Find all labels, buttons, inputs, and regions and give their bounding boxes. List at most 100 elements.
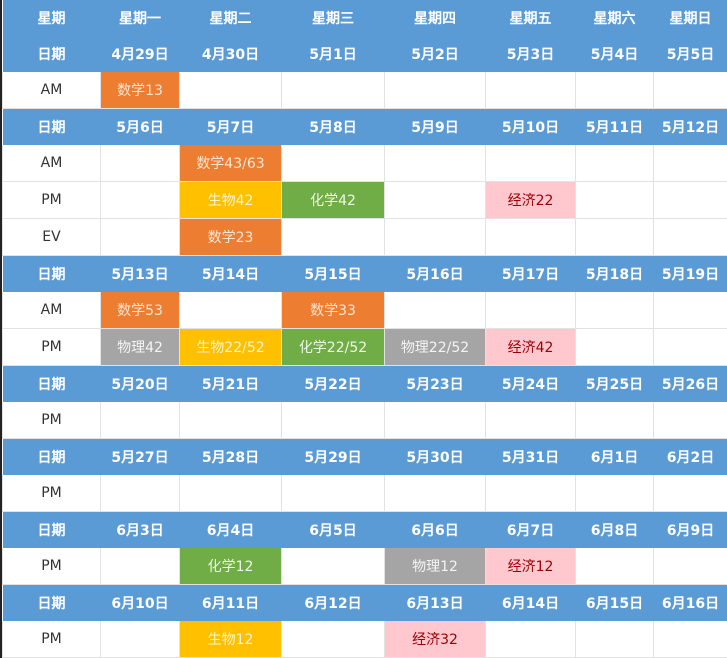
date-cell: 6月16日 [654, 585, 727, 622]
exam-biology-cell[interactable]: 生物22/52 [180, 329, 282, 366]
empty-cell[interactable] [385, 475, 486, 512]
date-cell: 5月3日 [486, 36, 576, 72]
empty-cell[interactable] [654, 475, 727, 512]
date-cell: 5月6日 [101, 109, 180, 146]
empty-cell[interactable] [486, 219, 576, 256]
date-cell: 5月19日 [654, 256, 727, 293]
empty-cell[interactable] [576, 292, 654, 329]
exam-biology-cell[interactable]: 生物42 [180, 182, 282, 219]
empty-cell[interactable] [576, 219, 654, 256]
empty-cell[interactable] [180, 475, 282, 512]
exam-math-cell[interactable]: 数学43/63 [180, 145, 282, 182]
empty-cell[interactable] [101, 548, 180, 585]
schedule-body: 星期 星期一 星期二 星期三 星期四 星期五 星期六 星期日 日期4月29日4月… [3, 0, 727, 658]
empty-cell[interactable] [385, 145, 486, 182]
empty-cell[interactable] [282, 548, 385, 585]
weekday-header-row: 星期 星期一 星期二 星期三 星期四 星期五 星期六 星期日 [3, 0, 727, 36]
date-cell: 6月4日 [180, 512, 282, 549]
empty-cell[interactable] [282, 145, 385, 182]
empty-cell[interactable] [486, 145, 576, 182]
exam-math-cell[interactable]: 数学53 [101, 292, 180, 329]
empty-cell[interactable] [654, 145, 727, 182]
empty-cell[interactable] [385, 72, 486, 109]
time-slot-label: PM [3, 329, 101, 366]
time-slot-row: PM [3, 475, 727, 512]
empty-cell[interactable] [180, 292, 282, 329]
empty-cell[interactable] [385, 182, 486, 219]
empty-cell[interactable] [101, 145, 180, 182]
empty-cell[interactable] [576, 72, 654, 109]
exam-math-cell[interactable]: 数学33 [282, 292, 385, 329]
exam-chemistry-cell[interactable]: 化学22/52 [282, 329, 385, 366]
exam-physics-cell[interactable]: 物理12 [385, 548, 486, 585]
empty-cell[interactable] [282, 475, 385, 512]
empty-cell[interactable] [576, 548, 654, 585]
exam-economics-cell[interactable]: 经济22 [486, 182, 576, 219]
empty-cell[interactable] [576, 621, 654, 658]
empty-cell[interactable] [282, 72, 385, 109]
date-header-label: 日期 [3, 109, 101, 146]
empty-cell[interactable] [654, 548, 727, 585]
empty-cell[interactable] [180, 72, 282, 109]
empty-cell[interactable] [486, 292, 576, 329]
date-header-label: 日期 [3, 439, 101, 476]
empty-cell[interactable] [282, 402, 385, 439]
date-cell: 5月2日 [385, 36, 486, 72]
weekday-monday: 星期一 [101, 0, 180, 36]
date-cell: 5月24日 [486, 366, 576, 403]
empty-cell[interactable] [486, 475, 576, 512]
empty-cell[interactable] [385, 292, 486, 329]
date-cell: 5月30日 [385, 439, 486, 476]
exam-economics-cell[interactable]: 经济32 [385, 621, 486, 658]
empty-cell[interactable] [101, 475, 180, 512]
date-cell: 6月3日 [101, 512, 180, 549]
empty-cell[interactable] [654, 219, 727, 256]
exam-economics-cell[interactable]: 经济12 [486, 548, 576, 585]
empty-cell[interactable] [180, 402, 282, 439]
time-slot-row: PM物理42生物22/52化学22/52物理22/52经济42 [3, 329, 727, 366]
date-cell: 5月28日 [180, 439, 282, 476]
empty-cell[interactable] [101, 621, 180, 658]
exam-math-cell[interactable]: 数学23 [180, 219, 282, 256]
weekday-saturday: 星期六 [576, 0, 654, 36]
exam-chemistry-cell[interactable]: 化学42 [282, 182, 385, 219]
time-slot-row: AM数学53 数学33 [3, 292, 727, 329]
empty-cell[interactable] [385, 219, 486, 256]
empty-cell[interactable] [654, 72, 727, 109]
date-cell: 5月11日 [576, 109, 654, 146]
exam-economics-cell[interactable]: 经济42 [486, 329, 576, 366]
date-header-label: 日期 [3, 512, 101, 549]
exam-biology-cell[interactable]: 生物12 [180, 621, 282, 658]
empty-cell[interactable] [486, 72, 576, 109]
exam-chemistry-cell[interactable]: 化学12 [180, 548, 282, 585]
empty-cell[interactable] [576, 329, 654, 366]
date-header-label: 日期 [3, 36, 101, 72]
time-slot-label: AM [3, 292, 101, 329]
time-slot-label: PM [3, 475, 101, 512]
empty-cell[interactable] [654, 292, 727, 329]
exam-math-cell[interactable]: 数学13 [101, 72, 180, 109]
empty-cell[interactable] [101, 219, 180, 256]
weekday-wednesday: 星期三 [282, 0, 385, 36]
date-header-row: 日期5月27日5月28日5月29日5月30日5月31日6月1日6月2日 [3, 439, 727, 476]
empty-cell[interactable] [654, 182, 727, 219]
empty-cell[interactable] [282, 219, 385, 256]
date-cell: 5月23日 [385, 366, 486, 403]
empty-cell[interactable] [654, 329, 727, 366]
empty-cell[interactable] [101, 182, 180, 219]
empty-cell[interactable] [282, 621, 385, 658]
empty-cell[interactable] [654, 402, 727, 439]
empty-cell[interactable] [385, 402, 486, 439]
empty-cell[interactable] [576, 182, 654, 219]
empty-cell[interactable] [486, 402, 576, 439]
empty-cell[interactable] [576, 145, 654, 182]
time-slot-row: AM数学13 [3, 72, 727, 109]
time-slot-label: PM [3, 548, 101, 585]
empty-cell[interactable] [486, 621, 576, 658]
empty-cell[interactable] [654, 621, 727, 658]
exam-physics-cell[interactable]: 物理42 [101, 329, 180, 366]
exam-physics-cell[interactable]: 物理22/52 [385, 329, 486, 366]
empty-cell[interactable] [576, 402, 654, 439]
empty-cell[interactable] [576, 475, 654, 512]
empty-cell[interactable] [101, 402, 180, 439]
